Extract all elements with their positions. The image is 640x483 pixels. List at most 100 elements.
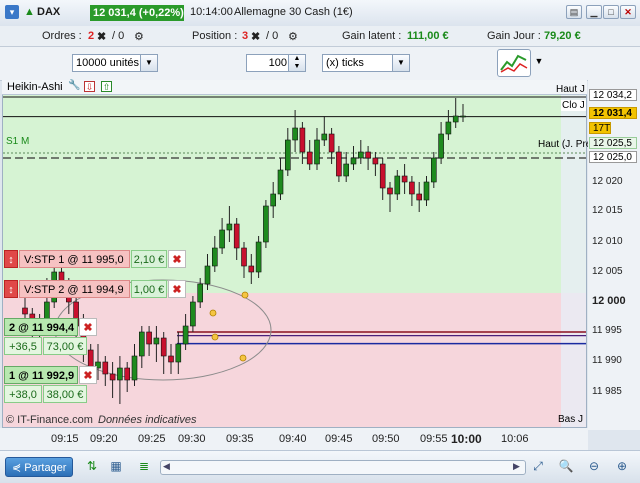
account-summary-bar: Ordres : 2 ✖ / 0 ⚙ Position : 3 ✖ / 0 ⚙ … — [0, 26, 640, 47]
instrument-name: DAX — [37, 6, 61, 18]
position-points: +38,0 — [4, 385, 42, 403]
trade-panel-icon[interactable]: ⇅ — [84, 458, 100, 474]
time-tick: 09:20 — [90, 433, 118, 445]
price-tick: 12 015 — [592, 205, 623, 216]
haut-value-label: 12 034,2 — [589, 89, 637, 101]
order-amount: 1,00 € — [131, 280, 167, 298]
close-position-icon[interactable]: ✖ — [79, 366, 97, 384]
orders-count[interactable]: 2 — [88, 30, 94, 42]
units-select[interactable]: 10000 unités ▼ — [72, 54, 158, 72]
scroll-icon[interactable]: ▤ — [566, 5, 582, 19]
copyright-text: © IT-Finance.com — [6, 414, 93, 426]
horizontal-scrollbar[interactable]: ◀ ▶ — [160, 460, 526, 475]
time-tick: 10:06 — [501, 433, 529, 445]
time-axis: 09:15 09:20 09:25 09:30 09:35 09:40 09:4… — [0, 428, 588, 450]
candle-up — [357, 151, 364, 159]
candle-up — [131, 355, 138, 381]
minimize-button[interactable]: ▁ — [586, 5, 602, 19]
time-tick: 09:30 — [178, 433, 206, 445]
chevron-down-icon[interactable]: ▼ — [392, 55, 409, 71]
orders-settings-icon[interactable]: ⚙ — [134, 30, 144, 43]
close-positions-icon[interactable]: ✖ — [251, 30, 260, 43]
cancel-orders-icon[interactable]: ✖ — [97, 30, 106, 43]
ticks-stepper[interactable]: 100 ▲ ▼ — [246, 54, 306, 72]
candle-down — [248, 265, 255, 273]
candle-up — [219, 229, 225, 249]
ticks-unit-select[interactable]: (x) ticks ▼ — [322, 54, 410, 72]
candle-down — [372, 157, 379, 165]
time-tick: 09:15 — [51, 433, 79, 445]
chart-type-button[interactable] — [497, 49, 531, 77]
candle-down — [328, 133, 335, 153]
zoom-out-icon[interactable]: ⊖ — [586, 458, 602, 474]
candle-up — [255, 241, 262, 273]
candle-up — [292, 127, 298, 141]
chevron-down-icon[interactable]: ▼ — [140, 55, 157, 71]
candle-up — [277, 169, 284, 195]
share-button[interactable]: ⋞ Partager — [5, 457, 73, 477]
candle-down — [102, 361, 109, 375]
chevron-down-icon[interactable]: ▼ — [533, 56, 545, 70]
price-axis: 12 034,2 12 031,4 17T 12 025,5 12 025,0 … — [588, 80, 640, 430]
window-menu-icon[interactable]: ▾ — [5, 5, 19, 19]
bottom-toolbar: ⋞ Partager ⇅ ▦ ≣ ◀ ▶ ⤢ 🔍 ⊖ ⊕ — [0, 450, 640, 483]
price-tick: 12 020 — [592, 176, 623, 187]
scroll-right-icon[interactable]: ▶ — [513, 461, 520, 472]
table-icon[interactable]: ▦ — [108, 458, 124, 474]
latent-value: 111,00 € — [407, 30, 449, 42]
s1-value-label: 12 025,0 — [589, 151, 637, 163]
price-tick: 11 995 — [592, 325, 622, 336]
candle-up — [423, 181, 430, 201]
share-icon: ⋞ — [12, 462, 22, 474]
candle-up — [197, 283, 203, 303]
depth-icon[interactable]: ≣ — [136, 458, 152, 474]
order-label: V:STP 2 @ 11 994,9 — [19, 280, 130, 298]
ticks-unit-value: (x) ticks — [326, 57, 364, 69]
haut-j-label: Haut J — [556, 84, 585, 95]
time-tick: 09:40 — [279, 433, 307, 445]
haut-j-prec-label: Haut (J. Pré) — [538, 139, 595, 150]
scroll-left-icon[interactable]: ◀ — [163, 461, 170, 472]
last-price-badge: 12 031,4 (+0,22%) — [90, 5, 184, 21]
ticks-value: 100 — [268, 57, 287, 69]
candle-down — [109, 373, 116, 381]
candle-up — [452, 115, 459, 123]
up-arrow-icon: ▲ — [24, 6, 35, 18]
wrench-icon[interactable]: 🔧 — [68, 80, 80, 92]
candle-up — [204, 265, 211, 285]
zoom-in-icon[interactable]: ⊕ — [614, 458, 630, 474]
candle-down — [124, 367, 130, 381]
drag-handle-icon[interactable]: ↕ — [4, 250, 18, 268]
cancel-order-icon[interactable]: ✖ — [168, 280, 186, 298]
position-amount: 73,00 € — [43, 337, 87, 355]
day-gain-value: 79,20 € — [544, 30, 581, 42]
cancel-order-icon[interactable]: ✖ — [168, 250, 186, 268]
zoom-fit-icon[interactable]: ⤢ — [530, 458, 546, 474]
close-position-icon[interactable]: ✖ — [79, 318, 97, 336]
drag-handle-icon[interactable]: ↕ — [4, 280, 18, 298]
candle-down — [160, 337, 167, 357]
down-arrow-icon[interactable]: ⇩ — [84, 81, 95, 92]
annotation-dot — [239, 354, 247, 362]
position-label: 2 @ 11 994,4 — [4, 318, 78, 336]
position-points: +36,5 — [4, 337, 42, 355]
candle-down — [387, 187, 393, 195]
time-tick: 09:35 — [226, 433, 254, 445]
candle-up — [394, 175, 401, 195]
candle-down — [416, 193, 423, 201]
position-settings-icon[interactable]: ⚙ — [288, 30, 298, 43]
up-arrow-icon[interactable]: ⇧ — [101, 81, 112, 92]
position-label: Position : — [192, 30, 238, 42]
close-button[interactable]: ✕ — [620, 5, 636, 19]
price-tick: 12 010 — [592, 236, 623, 247]
market-title: Allemagne 30 Cash (1€) — [234, 6, 353, 18]
maximize-button[interactable]: □ — [603, 5, 619, 19]
chart-type-icon — [500, 54, 528, 73]
time-tick: 09:50 — [372, 433, 400, 445]
position-count[interactable]: 3 — [242, 30, 248, 42]
title-bar: ▾ ▲ DAX 12 031,4 (+0,22%) 10:14:00 Allem… — [0, 0, 640, 27]
stepper-arrows-icon[interactable]: ▲ ▼ — [288, 55, 305, 71]
candle-up — [117, 367, 123, 381]
price-tick: 11 990 — [592, 355, 622, 366]
zoom-search-icon[interactable]: 🔍 — [558, 458, 574, 474]
